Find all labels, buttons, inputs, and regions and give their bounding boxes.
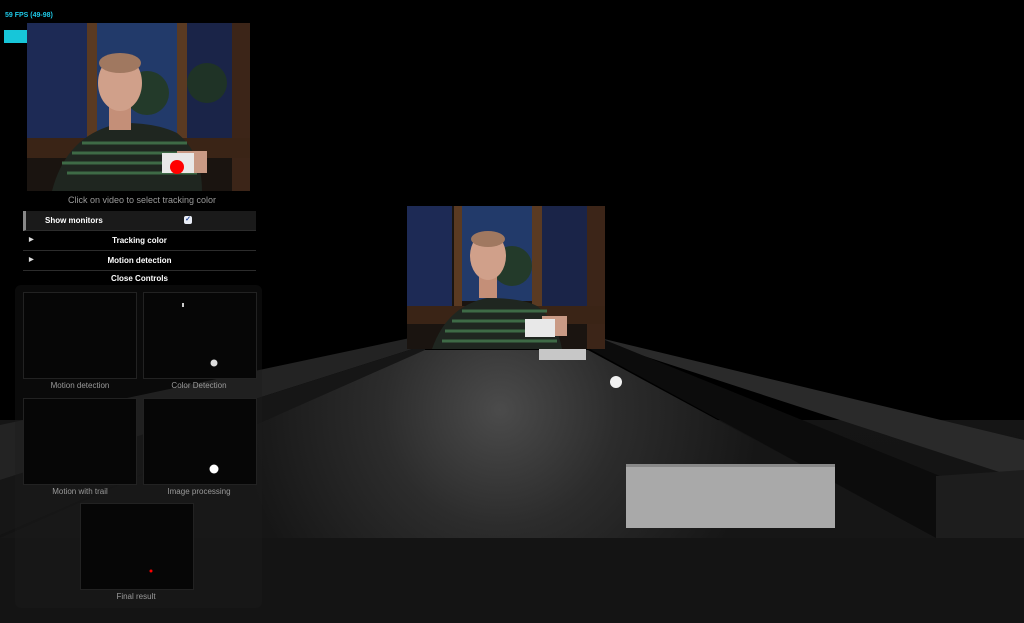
motion-detection-monitor [23,292,137,379]
color-detection-view [182,303,218,367]
show-monitors-row[interactable]: Show monitors ✓ [23,211,256,231]
final-result-monitor-label: Final result [116,592,156,601]
near-paddle [626,467,835,528]
right-wall-face [936,470,1024,540]
motion-detection-folder[interactable]: ▶ Motion detection [23,251,256,271]
webcam-frame [27,23,250,191]
scene-video-frame [407,206,605,349]
motion-trail-monitor-label: Motion with trail [52,487,108,496]
image-processing-monitor [143,398,257,485]
color-detection-monitor-label: Color Detection [171,381,227,390]
final-result-monitor [80,503,194,590]
image-processing-view [209,464,219,474]
tracking-color-folder[interactable]: ▶ Tracking color [23,231,256,251]
scene-video-screen [407,206,605,349]
image-processing-monitor-label: Image processing [167,487,231,496]
webcam-caption: Click on video to select tracking color [67,195,217,205]
motion-trail-monitor [23,398,137,485]
controls-panel: Show monitors ✓ ▶ Tracking color ▶ Motio… [23,211,256,289]
final-result-view [149,569,153,573]
motion-detection-label: Motion detection [107,256,172,265]
fps-readout: 59 FPS (49-98) [5,12,53,19]
motion-detection-monitor-label: Motion detection [50,381,110,390]
color-detection-monitor [143,292,257,379]
webcam-video[interactable] [27,23,250,191]
ball [610,376,622,388]
show-monitors-label: Show monitors [45,216,103,225]
tracking-color-label: Tracking color [112,236,167,245]
show-monitors-checkbox[interactable]: ✓ [184,216,192,224]
game-viewport: 59 FPS (49-98) Click on video to select … [0,0,1024,623]
tracking-marker [170,160,184,174]
fps-graph [4,30,27,43]
